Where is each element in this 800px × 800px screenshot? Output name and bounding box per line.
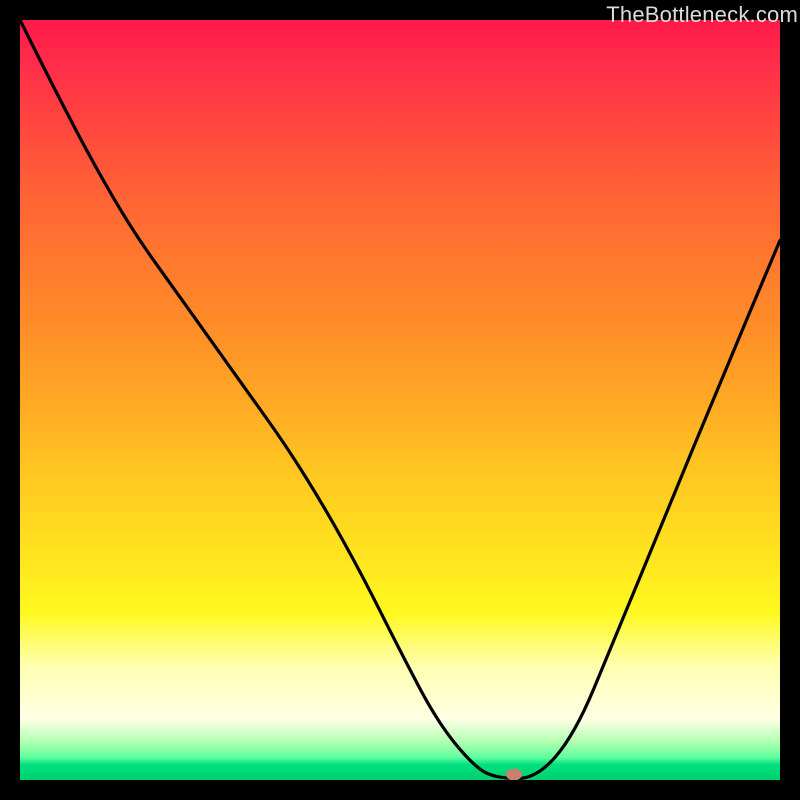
watermark-text: TheBottleneck.com [606, 2, 798, 28]
chart-frame: TheBottleneck.com [0, 0, 800, 800]
plot-gradient-background [20, 20, 780, 780]
